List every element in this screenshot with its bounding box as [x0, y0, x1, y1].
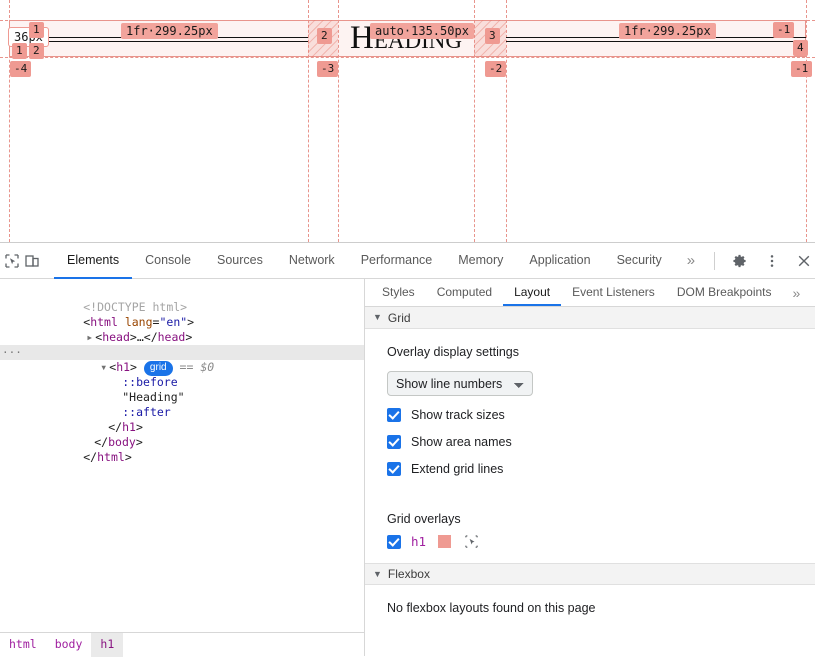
- grid-track-size-col2: auto·135.50px: [370, 23, 474, 39]
- grid-column-line-6: [806, 0, 807, 242]
- chevron-down-icon-flexbox[interactable]: ▼: [373, 570, 382, 579]
- tab-styles[interactable]: Styles: [371, 279, 426, 306]
- breadcrumb-item-h1[interactable]: h1: [91, 633, 123, 657]
- html-end-open: </: [83, 450, 97, 464]
- grid-line-number-neg-1-bottom: -1: [791, 61, 812, 77]
- sidebar-tab-list: Styles Computed Layout Event Listeners D…: [365, 279, 815, 307]
- devtools-panel: Elements Console Sources Network Perform…: [0, 242, 815, 656]
- dom-line-html[interactable]: <html lang="en">: [0, 300, 364, 315]
- breadcrumb-item-html[interactable]: html: [0, 633, 46, 657]
- breadcrumb-item-body[interactable]: body: [46, 633, 92, 657]
- grid-line-number-row-2: 2: [29, 43, 44, 59]
- extend-grid-lines-row[interactable]: Extend grid lines: [387, 462, 815, 476]
- sidebar-content: ▼ Grid Overlay display settings Show lin…: [365, 307, 815, 656]
- grid-overlay-item-h1[interactable]: h1: [387, 534, 815, 549]
- tab-layout[interactable]: Layout: [503, 279, 561, 306]
- grid-overlay-h1-checkbox[interactable]: [387, 535, 401, 549]
- grid-section-body: Overlay display settings Show line numbe…: [365, 329, 815, 563]
- page-viewport: Heading 36px 1fr·299.25px auto·135.50px …: [0, 0, 815, 242]
- tab-performance[interactable]: Performance: [348, 243, 446, 279]
- tab-event-listeners[interactable]: Event Listeners: [561, 279, 666, 306]
- close-icon[interactable]: [790, 247, 815, 275]
- tab-elements[interactable]: Elements: [54, 243, 132, 279]
- inspect-element-icon[interactable]: [4, 247, 20, 275]
- show-area-names-row[interactable]: Show area names: [387, 435, 815, 449]
- grid-line-number-row-1: 1: [12, 43, 27, 59]
- tab-application[interactable]: Application: [516, 243, 603, 279]
- device-toolbar-icon[interactable]: [24, 247, 40, 275]
- grid-overlay-color-swatch[interactable]: [438, 535, 451, 548]
- devtools-tab-list: Elements Console Sources Network Perform…: [54, 243, 707, 279]
- gear-icon[interactable]: [726, 247, 754, 275]
- dom-line-head[interactable]: ▸<head>…</head>: [0, 315, 364, 330]
- more-tabs-button[interactable]: »: [675, 243, 707, 279]
- show-track-sizes-row[interactable]: Show track sizes: [387, 408, 815, 422]
- dom-line-h1[interactable]: ···▾<h1> grid == $0: [0, 345, 364, 360]
- dom-line-text[interactable]: "Heading": [0, 375, 364, 390]
- dom-line-html-close[interactable]: </html>: [0, 435, 364, 450]
- grid-line-number-col-2: 2: [317, 28, 332, 44]
- breadcrumb: html body h1: [0, 632, 364, 656]
- show-track-sizes-checkbox[interactable]: [387, 408, 401, 422]
- sidebar-more-tabs-button[interactable]: »: [783, 279, 811, 306]
- show-area-names-label: Show area names: [411, 435, 512, 449]
- grid-line-number-neg-4: -4: [10, 61, 31, 77]
- flexbox-empty-message: No flexbox layouts found on this page: [365, 585, 815, 615]
- toolbar-divider-right: [714, 252, 715, 270]
- grid-line-number-neg-2: -2: [485, 61, 506, 77]
- more-options-icon[interactable]: [758, 247, 786, 275]
- html-end-close: >: [125, 450, 132, 464]
- dom-line-doctype[interactable]: <!DOCTYPE html>: [0, 285, 364, 300]
- tab-security[interactable]: Security: [604, 243, 675, 279]
- html-end-tag-name: html: [97, 450, 125, 464]
- grid-line-number-col-1: 1: [29, 22, 44, 38]
- grid-overlay-h1-label: h1: [411, 534, 426, 549]
- devtools-toolbar: Elements Console Sources Network Perform…: [0, 243, 815, 279]
- grid-line-number-neg-1-top: -1: [773, 22, 794, 38]
- devtools-body: <!DOCTYPE html> <html lang="en"> ▸<head>…: [0, 279, 815, 656]
- dom-ellipsis-menu[interactable]: ···: [2, 345, 22, 360]
- tab-computed[interactable]: Computed: [426, 279, 503, 306]
- extend-grid-lines-checkbox[interactable]: [387, 462, 401, 476]
- grid-track-size-col1: 1fr·299.25px: [121, 23, 218, 39]
- grid-line-number-col-4-end: 4: [793, 40, 808, 56]
- dom-tree[interactable]: <!DOCTYPE html> <html lang="en"> ▸<head>…: [0, 279, 364, 632]
- dom-line-h1-close[interactable]: </h1>: [0, 405, 364, 420]
- grid-track-rule-col3-b: [506, 41, 806, 42]
- dom-line-body[interactable]: ▾<body translate="no">: [0, 330, 364, 345]
- show-area-names-checkbox[interactable]: [387, 435, 401, 449]
- tab-memory[interactable]: Memory: [445, 243, 516, 279]
- tab-console[interactable]: Console: [132, 243, 204, 279]
- extend-grid-lines-label: Extend grid lines: [411, 462, 503, 476]
- show-track-sizes-label: Show track sizes: [411, 408, 505, 422]
- tab-sources[interactable]: Sources: [204, 243, 276, 279]
- chevron-down-icon-grid[interactable]: ▼: [373, 313, 382, 322]
- dom-line-after[interactable]: ::after: [0, 390, 364, 405]
- grid-overlays-title: Grid overlays: [387, 512, 815, 526]
- grid-track-rule-col1-b: [28, 41, 308, 42]
- toolbar-right-group: [707, 247, 815, 275]
- grid-line-number-neg-3: -3: [317, 61, 338, 77]
- overlay-settings-title: Overlay display settings: [387, 345, 815, 359]
- flexbox-section-title: Flexbox: [388, 567, 430, 581]
- dom-tree-panel: <!DOCTYPE html> <html lang="en"> ▸<head>…: [0, 279, 365, 656]
- tab-network[interactable]: Network: [276, 243, 348, 279]
- dom-line-body-close[interactable]: </body>: [0, 420, 364, 435]
- grid-section-title: Grid: [388, 311, 411, 325]
- grid-line-number-col-3: 3: [485, 28, 500, 44]
- grid-track-size-col3: 1fr·299.25px: [619, 23, 716, 39]
- tab-dom-breakpoints[interactable]: DOM Breakpoints: [666, 279, 783, 306]
- sidebar-panel: Styles Computed Layout Event Listeners D…: [365, 279, 815, 656]
- element-picker-icon[interactable]: [464, 534, 479, 549]
- flexbox-section-header[interactable]: ▼ Flexbox: [365, 563, 815, 585]
- line-numbers-select[interactable]: Show line numbers: [387, 371, 533, 396]
- grid-section-header[interactable]: ▼ Grid: [365, 307, 815, 329]
- dom-line-before[interactable]: ::before: [0, 360, 364, 375]
